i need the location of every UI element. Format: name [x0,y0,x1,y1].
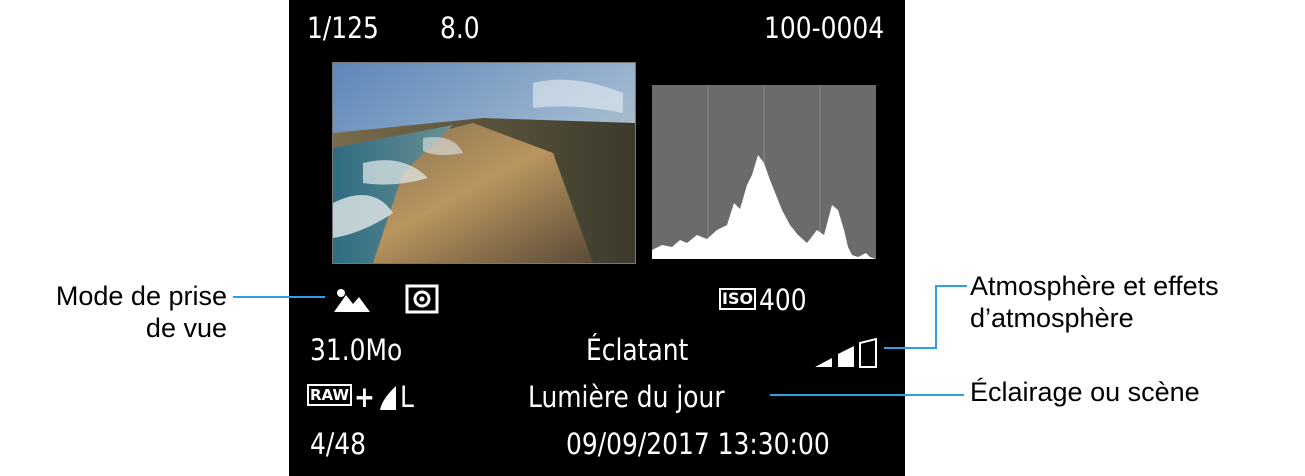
landscape-mode-icon [334,289,370,312]
brightness-histogram [652,85,876,259]
date-time: 09/09/2017 13:30:00 [566,427,830,461]
callout-shooting-mode-line1: Mode de prise [55,281,227,311]
aperture-value: 8.0 [440,11,480,45]
iso-value: 400 [759,283,807,317]
shooting-mode-leader-line [233,296,325,298]
jpeg-quality-icon [380,386,396,410]
ambience-leader-line-vertical [935,285,937,349]
metering-icon [405,284,439,314]
file-number: 100-0004 [764,11,885,45]
image-thumbnail [332,62,636,264]
callout-ambience-line2: d’atmosphère [970,303,1134,333]
ambience-leader-line-top [935,285,967,287]
callout-ambience-line1: Atmosphère et effets [970,271,1219,301]
callout-ambience: Atmosphère et effets d’atmosphère [970,270,1219,334]
quality-plus: + [354,380,375,414]
raw-badge: RAW [307,384,353,406]
ambience-leader-line-bottom [884,347,937,349]
image-index: 4/48 [310,427,367,461]
callout-shooting-mode: Mode de prise de vue [56,280,227,344]
ambience-effect-level-icon [815,338,877,368]
lighting-setting: Lumière du jour [528,380,725,414]
ambience-setting: Éclatant [586,333,689,367]
lighting-leader-line [770,394,964,396]
iso-badge: ISO [719,288,757,310]
quality-size: L [400,380,414,414]
file-size: 31.0Mo [310,333,403,367]
callout-shooting-mode-line2: de vue [145,313,227,343]
callout-lighting: Éclairage ou scène [970,377,1200,407]
shutter-speed: 1/125 [307,11,379,45]
